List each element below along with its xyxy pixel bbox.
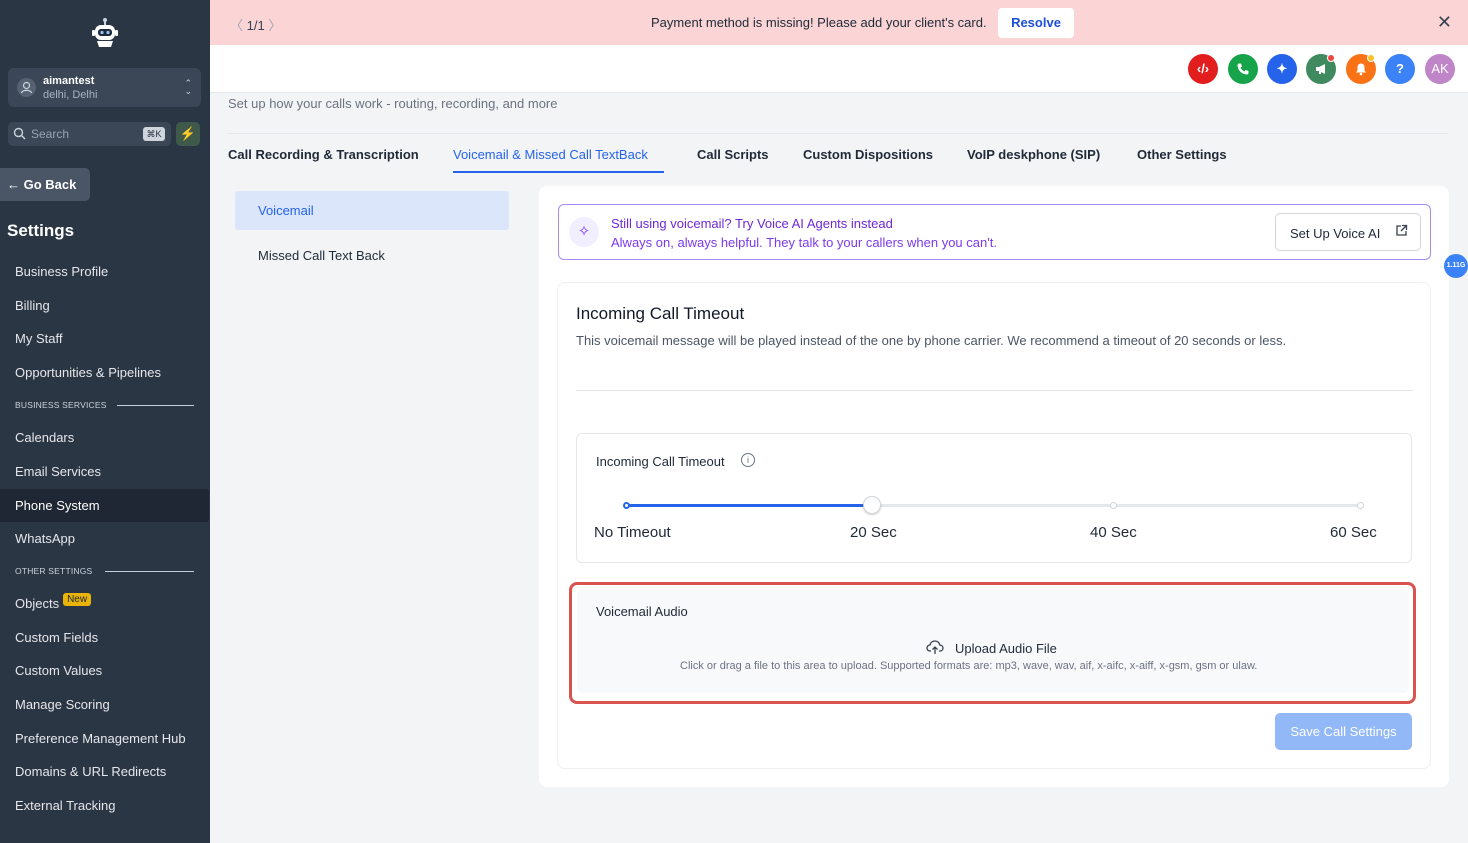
section-divider xyxy=(105,571,194,572)
sidebar-item-label: Phone System xyxy=(15,498,100,513)
sidebar-item-calendars[interactable]: Calendars xyxy=(0,430,210,445)
sidebar-item-custom-fields[interactable]: Custom Fields xyxy=(0,630,210,645)
incoming-call-timeout-title: Incoming Call Timeout xyxy=(576,304,745,323)
version-badge[interactable]: 1.11G xyxy=(1444,254,1468,278)
tabs-divider xyxy=(228,133,1448,134)
help-icon[interactable]: ? xyxy=(1385,54,1415,84)
set-up-voice-ai-button[interactable]: Set Up Voice AI xyxy=(1275,213,1421,251)
ai-sparkle-icon[interactable]: ✦ xyxy=(1267,54,1297,84)
banner-pager: 〈 1/1 〉 xyxy=(230,15,281,34)
resolve-button[interactable]: Resolve xyxy=(998,8,1074,38)
search-placeholder: Search xyxy=(31,127,70,141)
sidebar-item-my-staff[interactable]: My Staff xyxy=(0,331,210,346)
section-other-settings: OTHER SETTINGS xyxy=(15,566,93,576)
go-back-button[interactable]: ← Go Back xyxy=(0,168,90,201)
code-icon[interactable]: ‹/› xyxy=(1188,54,1218,84)
upload-audio-file-label[interactable]: Upload Audio File xyxy=(955,641,1057,656)
sparkle-icon: ✧ xyxy=(569,217,599,247)
sidebar-item-phone-system[interactable]: Phone System xyxy=(0,489,209,522)
search-input[interactable]: Search ⌘K xyxy=(8,122,171,146)
notification-dot xyxy=(1327,54,1335,62)
banner-message: Payment method is missing! Please add yo… xyxy=(651,15,987,30)
notification-dot xyxy=(1367,54,1375,62)
save-call-settings-button[interactable]: Save Call Settings xyxy=(1275,713,1412,750)
slider-mark-no-timeout[interactable]: No Timeout xyxy=(594,524,671,541)
sidebar-item-label: Objects xyxy=(15,596,60,611)
search-icon xyxy=(13,127,26,140)
tab-custom-dispositions[interactable]: Custom Dispositions xyxy=(803,147,933,162)
voice-ai-promo: ✧ Still using voicemail? Try Voice AI Ag… xyxy=(558,204,1431,260)
upload-hint: Click or drag a file to this area to upl… xyxy=(680,660,1258,672)
external-link-icon xyxy=(1395,224,1408,240)
tab-other-settings[interactable]: Other Settings xyxy=(1137,147,1227,162)
cloud-upload-icon xyxy=(926,640,944,654)
account-switcher[interactable]: aimantest delhi, Delhi ⌃ ⌄ xyxy=(8,68,201,107)
sidebar-item-email-services[interactable]: Email Services xyxy=(0,464,210,479)
sidebar-item-external-tracking[interactable]: External Tracking xyxy=(0,798,210,813)
robot-logo-icon[interactable] xyxy=(88,16,122,50)
sidebar-item-business-profile[interactable]: Business Profile xyxy=(0,264,210,279)
sidebar: aimantest delhi, Delhi ⌃ ⌄ Search ⌘K ⚡ ← … xyxy=(0,0,210,843)
subnav-voicemail[interactable]: Voicemail xyxy=(235,191,509,230)
section-divider xyxy=(117,405,194,406)
chevron-updown-icon: ⌃ ⌄ xyxy=(184,78,192,96)
tab-voicemail[interactable]: Voicemail & Missed Call TextBack xyxy=(453,147,648,162)
account-location: delhi, Delhi xyxy=(43,89,98,101)
sidebar-item-billing[interactable]: Billing xyxy=(0,298,210,313)
slider-tick[interactable] xyxy=(1110,502,1117,509)
payment-warning-banner: 〈 1/1 〉 Payment method is missing! Pleas… xyxy=(210,0,1468,45)
voicemail-audio-title: Voicemail Audio xyxy=(596,604,688,619)
sidebar-item-preference-hub[interactable]: Preference Management Hub xyxy=(0,731,210,746)
account-avatar-icon xyxy=(17,78,36,97)
active-tab-underline xyxy=(453,171,664,173)
go-back-label: Go Back xyxy=(23,177,77,192)
promo-body: Always on, always helpful. They talk to … xyxy=(611,235,997,250)
slider-label: Incoming Call Timeout xyxy=(596,454,725,469)
slider-mark-20-sec[interactable]: 20 Sec xyxy=(850,524,897,541)
timeout-slider-card xyxy=(576,433,1412,563)
page-subtitle: Set up how your calls work - routing, re… xyxy=(228,96,558,111)
slider-tick[interactable] xyxy=(623,502,630,509)
slider-tick[interactable] xyxy=(1357,502,1364,509)
slider-handle[interactable] xyxy=(863,496,881,514)
chevron-left-icon[interactable]: 〈 xyxy=(230,18,243,33)
user-avatar[interactable]: AK xyxy=(1425,54,1455,84)
promo-title: Still using voicemail? Try Voice AI Agen… xyxy=(611,216,893,231)
sidebar-item-manage-scoring[interactable]: Manage Scoring xyxy=(0,697,210,712)
subnav-missed-call-text-back[interactable]: Missed Call Text Back xyxy=(258,248,385,263)
slider-mark-40-sec[interactable]: 40 Sec xyxy=(1090,524,1137,541)
search-shortcut: ⌘K xyxy=(143,127,165,141)
tab-call-scripts[interactable]: Call Scripts xyxy=(697,147,769,162)
quick-action-bolt-icon[interactable]: ⚡ xyxy=(176,122,200,146)
sidebar-item-opportunities[interactable]: Opportunities & Pipelines xyxy=(0,365,210,380)
tab-call-recording[interactable]: Call Recording & Transcription xyxy=(228,147,419,162)
phone-icon[interactable] xyxy=(1228,54,1258,84)
set-up-voice-ai-label: Set Up Voice AI xyxy=(1290,226,1381,241)
incoming-call-timeout-description: This voicemail message will be played in… xyxy=(576,333,1287,348)
sidebar-item-objects[interactable]: Objects New xyxy=(0,593,210,612)
tab-voip-deskphone[interactable]: VoIP deskphone (SIP) xyxy=(967,147,1100,162)
new-badge: New xyxy=(63,593,92,606)
account-name: aimantest xyxy=(43,75,95,87)
settings-title: Settings xyxy=(7,221,75,240)
close-icon[interactable]: ✕ xyxy=(1437,12,1452,33)
sidebar-item-whatsapp[interactable]: WhatsApp xyxy=(0,531,210,546)
sidebar-item-domains[interactable]: Domains & URL Redirects xyxy=(0,764,210,779)
slider-mark-60-sec[interactable]: 60 Sec xyxy=(1330,524,1377,541)
chevron-right-icon[interactable]: 〉 xyxy=(268,18,281,33)
slider-track-fill xyxy=(627,504,872,507)
section-business-services: BUSINESS SERVICES xyxy=(15,400,107,410)
info-icon[interactable]: i xyxy=(741,453,755,467)
section-divider xyxy=(576,390,1413,391)
sidebar-item-custom-values[interactable]: Custom Values xyxy=(0,663,210,678)
banner-page-count: 1/1 xyxy=(246,18,265,33)
